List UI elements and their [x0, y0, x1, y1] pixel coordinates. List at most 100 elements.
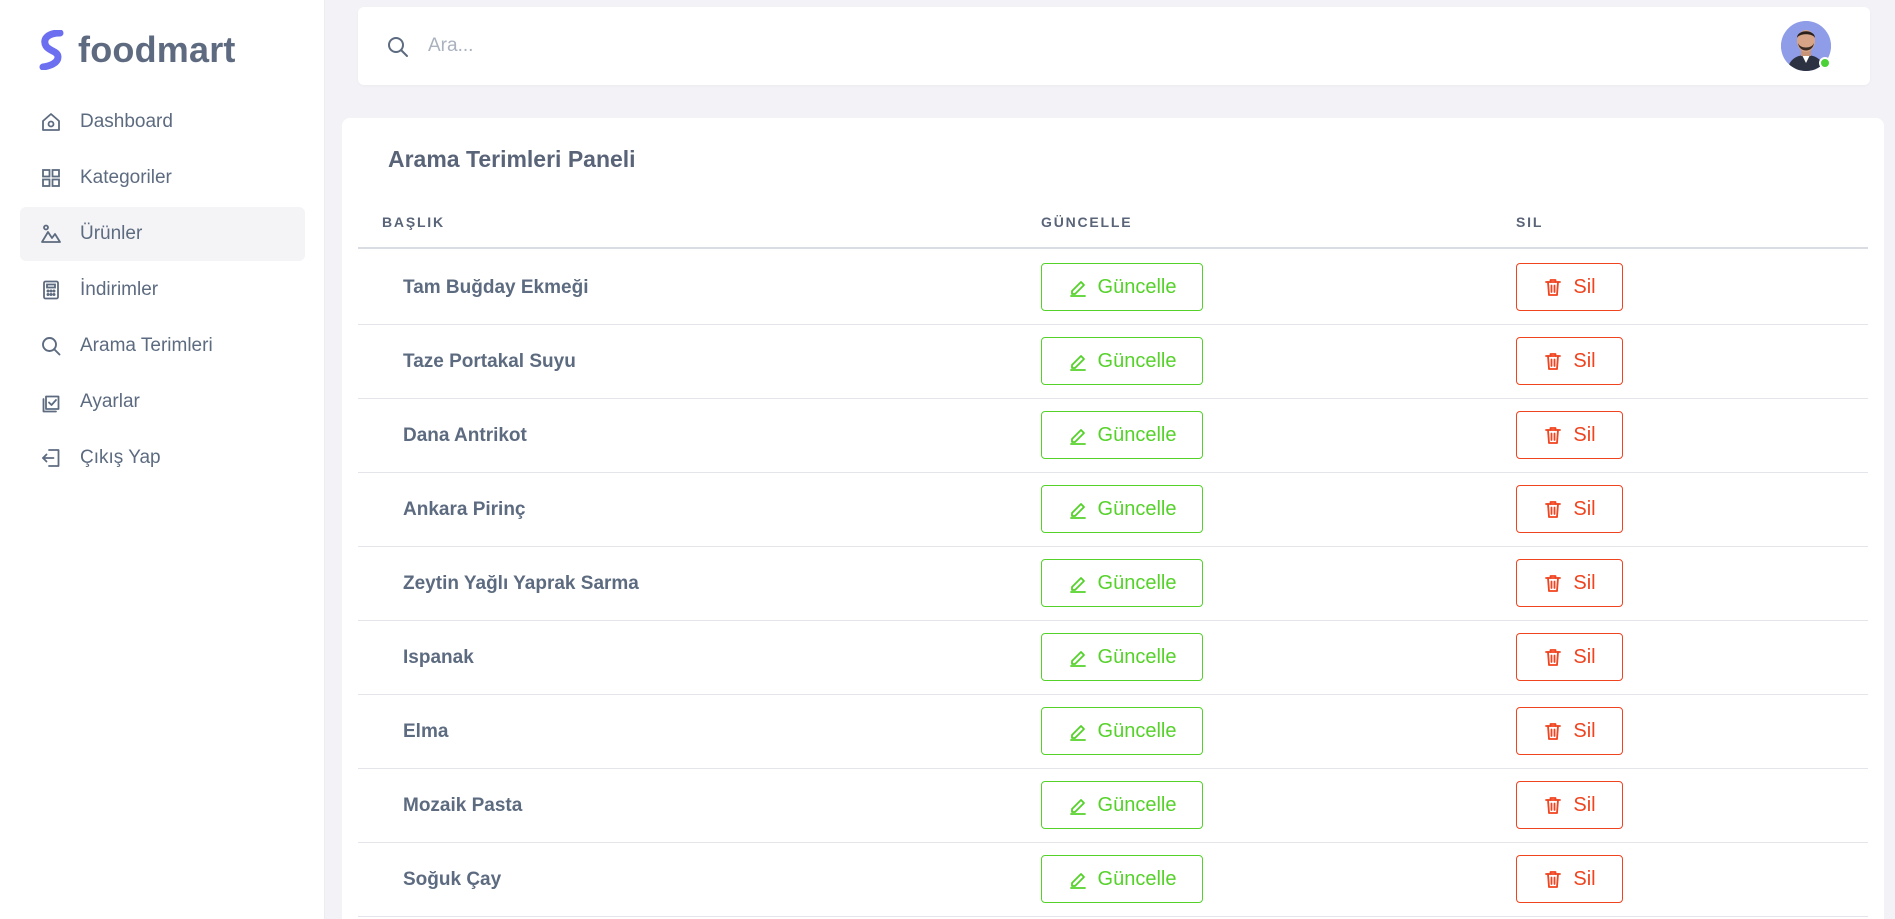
trash-icon — [1543, 869, 1563, 889]
sidebar-item-kategoriler[interactable]: Kategoriler — [20, 151, 305, 205]
trash-icon — [1543, 351, 1563, 371]
sidebar-item-urunler[interactable]: Ürünler — [20, 207, 305, 261]
trash-icon — [1543, 795, 1563, 815]
sidebar-item-indirimler[interactable]: İndirimler — [20, 263, 305, 317]
pencil-icon — [1068, 869, 1088, 889]
column-header-update: GÜNCELLE — [1041, 214, 1133, 230]
delete-button[interactable]: Sil — [1516, 485, 1623, 533]
column-header-delete: SIL — [1516, 214, 1544, 230]
sidebar: foodmart Dashboard Kategoriler Ürünler İ… — [0, 0, 325, 919]
sidebar-item-arama-terimleri[interactable]: Arama Terimleri — [20, 319, 305, 373]
update-button[interactable]: Güncelle — [1041, 485, 1203, 533]
row-title: Tam Buğday Ekmeği — [403, 277, 589, 298]
update-button[interactable]: Güncelle — [1041, 263, 1203, 311]
trash-icon — [1543, 721, 1563, 741]
update-button-label: Güncelle — [1097, 497, 1177, 520]
brand-name: foodmart — [78, 29, 236, 70]
update-button-label: Güncelle — [1097, 793, 1177, 816]
search-icon — [40, 335, 62, 357]
table-row: Tam Buğday Ekmeği Güncelle Sil — [358, 251, 1868, 325]
delete-button-label: Sil — [1573, 867, 1596, 890]
delete-button-label: Sil — [1573, 423, 1596, 446]
delete-button-label: Sil — [1573, 719, 1596, 742]
row-title: Dana Antrikot — [403, 425, 527, 446]
online-status-dot — [1819, 57, 1831, 69]
sidebar-item-ayarlar[interactable]: Ayarlar — [20, 375, 305, 429]
row-title: Mozaik Pasta — [403, 795, 523, 816]
page-title: Arama Terimleri Paneli — [388, 146, 636, 172]
update-button[interactable]: Güncelle — [1041, 855, 1203, 903]
delete-button[interactable]: Sil — [1516, 411, 1623, 459]
trash-icon — [1543, 277, 1563, 297]
trash-icon — [1543, 425, 1563, 445]
delete-button-label: Sil — [1573, 349, 1596, 372]
image-icon — [40, 223, 62, 245]
trash-icon — [1543, 647, 1563, 667]
row-title: Ispanak — [403, 647, 474, 668]
delete-button[interactable]: Sil — [1516, 633, 1623, 681]
sidebar-item-label: Ürünler — [80, 223, 143, 244]
delete-button-label: Sil — [1573, 793, 1596, 816]
sidebar-item-label: Dashboard — [80, 111, 173, 132]
delete-button[interactable]: Sil — [1516, 781, 1623, 829]
table-row: Zeytin Yağlı Yaprak Sarma Güncelle Sil — [358, 547, 1868, 621]
update-button-label: Güncelle — [1097, 645, 1177, 668]
sidebar-item-cikis-yap[interactable]: Çıkış Yap — [20, 431, 305, 485]
row-title: Ankara Pirinç — [403, 499, 526, 520]
table-header: BAŞLIK GÜNCELLE SIL — [358, 214, 1868, 249]
delete-button[interactable]: Sil — [1516, 559, 1623, 607]
foodmart-logo-icon — [39, 30, 64, 70]
row-title: Zeytin Yağlı Yaprak Sarma — [403, 573, 639, 594]
search-icon — [386, 35, 410, 59]
table-row: Taze Portakal Suyu Güncelle Sil — [358, 325, 1868, 399]
table-row: Mozaik Pasta Güncelle Sil — [358, 769, 1868, 843]
pencil-icon — [1068, 499, 1088, 519]
pencil-icon — [1068, 647, 1088, 667]
update-button[interactable]: Güncelle — [1041, 559, 1203, 607]
table-row: Soğuk Çay Güncelle Sil — [358, 843, 1868, 917]
search-input[interactable] — [428, 25, 708, 67]
update-button[interactable]: Güncelle — [1041, 707, 1203, 755]
row-title: Elma — [403, 721, 449, 742]
update-button-label: Güncelle — [1097, 275, 1177, 298]
sidebar-item-label: Kategoriler — [80, 167, 172, 188]
update-button[interactable]: Güncelle — [1041, 411, 1203, 459]
update-button[interactable]: Güncelle — [1041, 781, 1203, 829]
pencil-icon — [1068, 795, 1088, 815]
table-row: Ankara Pirinç Güncelle Sil — [358, 473, 1868, 547]
pencil-icon — [1068, 277, 1088, 297]
brand-logo[interactable]: foodmart — [38, 28, 236, 72]
update-button-label: Güncelle — [1097, 867, 1177, 890]
table-body: Tam Buğday Ekmeği Güncelle Sil Taze Port… — [358, 251, 1868, 917]
delete-button-label: Sil — [1573, 571, 1596, 594]
trash-icon — [1543, 499, 1563, 519]
update-button[interactable]: Güncelle — [1041, 633, 1203, 681]
grid-icon — [40, 167, 62, 189]
column-header-title: BAŞLIK — [382, 214, 445, 230]
update-button-label: Güncelle — [1097, 571, 1177, 594]
pencil-icon — [1068, 351, 1088, 371]
delete-button-label: Sil — [1573, 497, 1596, 520]
table-row: Elma Güncelle Sil — [358, 695, 1868, 769]
table-row: Ispanak Güncelle Sil — [358, 621, 1868, 695]
update-button[interactable]: Güncelle — [1041, 337, 1203, 385]
sidebar-item-label: Arama Terimleri — [80, 335, 213, 356]
sidebar-item-dashboard[interactable]: Dashboard — [20, 95, 305, 149]
sidebar-item-label: İndirimler — [80, 279, 159, 300]
avatar[interactable] — [1781, 21, 1831, 71]
calculator-icon — [40, 279, 62, 301]
pencil-icon — [1068, 573, 1088, 593]
logout-icon — [40, 447, 62, 469]
delete-button-label: Sil — [1573, 275, 1596, 298]
sidebar-nav: Dashboard Kategoriler Ürünler İndirimler… — [20, 95, 305, 487]
delete-button[interactable]: Sil — [1516, 855, 1623, 903]
delete-button[interactable]: Sil — [1516, 263, 1623, 311]
pencil-icon — [1068, 425, 1088, 445]
delete-button[interactable]: Sil — [1516, 707, 1623, 755]
pencil-icon — [1068, 721, 1088, 741]
top-bar — [358, 7, 1870, 85]
row-title: Taze Portakal Suyu — [403, 351, 576, 372]
delete-button[interactable]: Sil — [1516, 337, 1623, 385]
sidebar-item-label: Çıkış Yap — [80, 447, 161, 468]
home-icon — [40, 111, 62, 133]
